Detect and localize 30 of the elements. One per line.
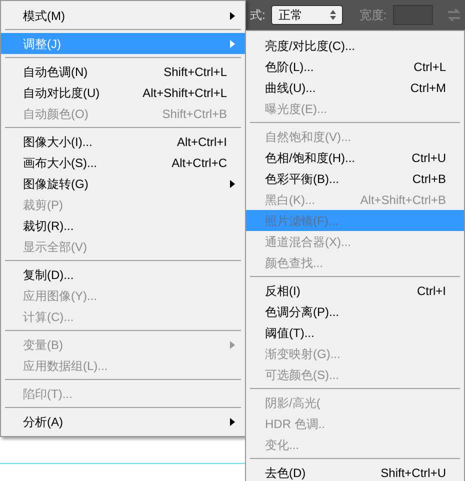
menu-item[interactable]: 复制(D)...	[1, 264, 245, 285]
menu-item[interactable]: 图像旋转(G)	[1, 173, 245, 194]
menu-item[interactable]: 自动对比度(U) Alt+Shift+Ctrl+L	[1, 82, 245, 103]
menu-item[interactable]: 色阶(L)... Ctrl+L	[246, 56, 464, 77]
menu-item[interactable]: 色彩平衡(B)... Ctrl+B	[246, 168, 464, 189]
submenu-arrow-icon	[230, 12, 235, 20]
menu-item[interactable]: 去色(D) Shift+Ctrl+U	[246, 462, 464, 481]
menu-item[interactable]: 画布大小(S)... Alt+Ctrl+C	[1, 152, 245, 173]
submenu-arrow-icon	[230, 418, 235, 426]
width-field[interactable]	[392, 5, 433, 25]
up-down-arrows-icon	[330, 10, 336, 20]
mode-dropdown[interactable]: 正常	[271, 5, 344, 25]
menu-item[interactable]: 分析(A)	[1, 411, 245, 432]
mode-label: 式:	[250, 7, 266, 24]
menu-item[interactable]: 反相(I) Ctrl+I	[246, 280, 464, 301]
menu-item[interactable]: 图像大小(I)... Alt+Ctrl+I	[1, 131, 245, 152]
swap-arrows-icon[interactable]	[446, 9, 461, 21]
menu-item[interactable]: 自动色调(N) Shift+Ctrl+L	[1, 61, 245, 82]
menu-item[interactable]: 调整(J)	[1, 33, 245, 54]
menu-item[interactable]: 裁切(R)...	[1, 215, 245, 236]
menu-item[interactable]: 阈值(T)...	[246, 322, 464, 343]
menu-item[interactable]: 模式(M)	[1, 5, 245, 26]
menu-item[interactable]: 色调分离(P)...	[246, 301, 464, 322]
submenu-arrow-icon	[230, 340, 235, 348]
menu-item[interactable]: 亮度/对比度(C)...	[246, 35, 464, 56]
menu-item[interactable]: 曲线(U)... Ctrl+M	[246, 77, 464, 98]
submenu-arrow-icon	[230, 180, 235, 188]
menu-item[interactable]: 色相/饱和度(H)... Ctrl+U	[246, 147, 464, 168]
submenu-arrow-icon	[230, 40, 235, 48]
width-label: 宽度:	[359, 7, 387, 24]
